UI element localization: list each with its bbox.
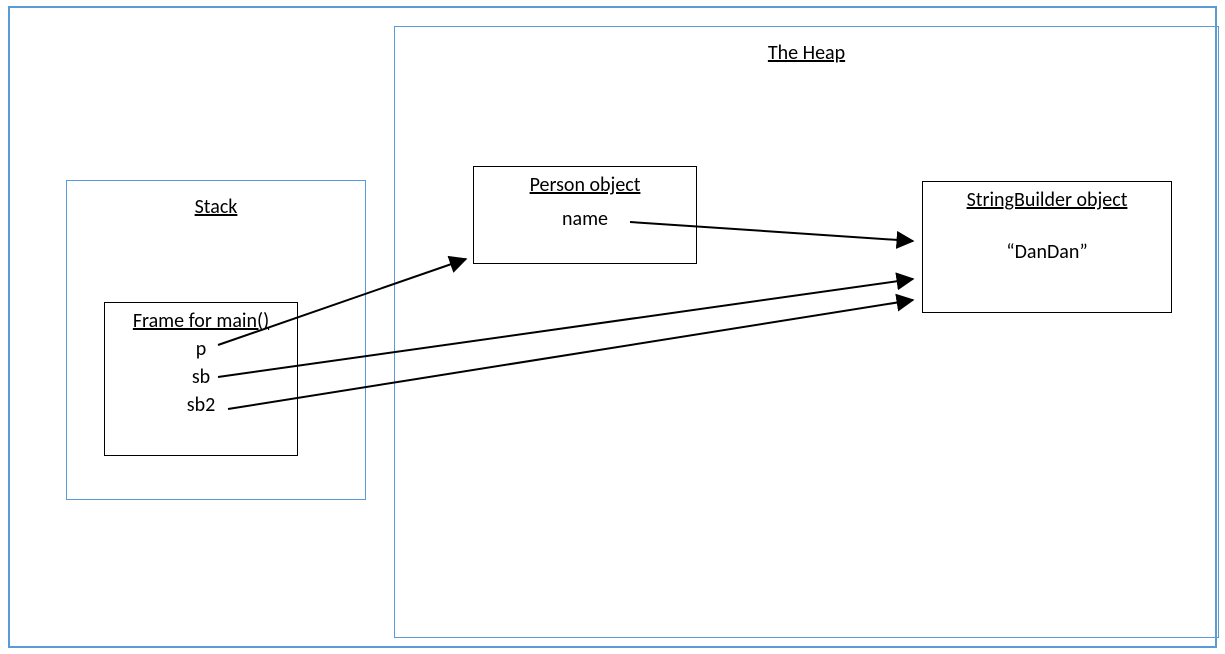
outer-frame: The Heap Stack Frame for main() p sb sb2… bbox=[8, 6, 1217, 648]
frame-var-sb: sb bbox=[105, 361, 297, 389]
frame-main-title: Frame for main() bbox=[105, 303, 297, 333]
frame-main-box: Frame for main() p sb sb2 bbox=[104, 302, 298, 456]
person-object-box: Person object name bbox=[473, 166, 697, 264]
heap-region: The Heap bbox=[394, 26, 1219, 638]
stringbuilder-object-title: StringBuilder object bbox=[923, 182, 1171, 212]
person-object-title: Person object bbox=[474, 167, 696, 197]
heap-title: The Heap bbox=[395, 41, 1218, 65]
stringbuilder-object-box: StringBuilder object “DanDan” bbox=[922, 181, 1172, 313]
stack-title: Stack bbox=[67, 195, 365, 219]
person-object-field: name bbox=[474, 197, 696, 231]
frame-var-sb2: sb2 bbox=[105, 389, 297, 417]
stringbuilder-object-value: “DanDan” bbox=[923, 212, 1171, 264]
frame-var-p: p bbox=[105, 333, 297, 361]
